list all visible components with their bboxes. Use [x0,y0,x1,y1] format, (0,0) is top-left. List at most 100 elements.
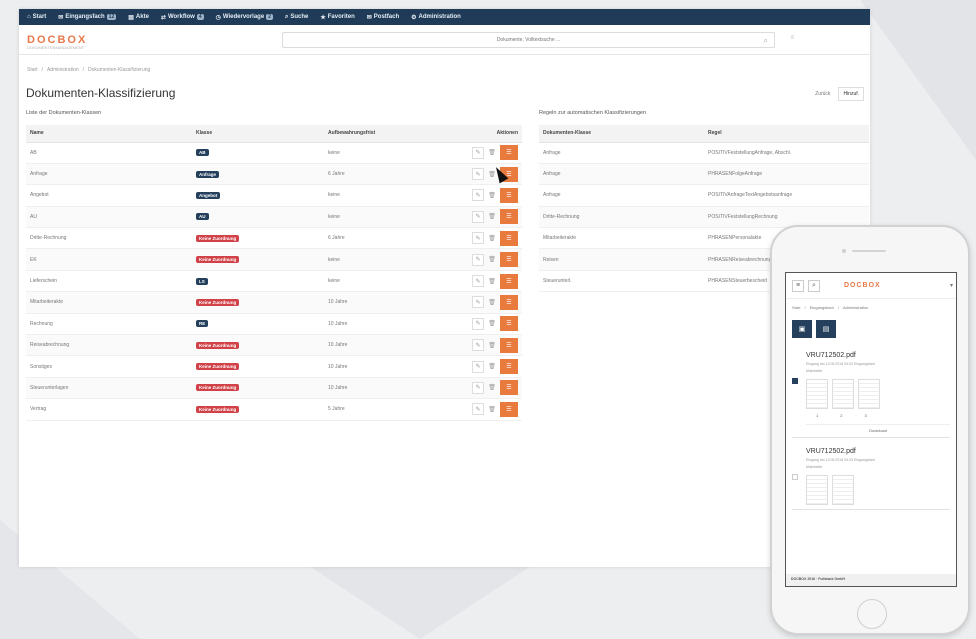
nav-item[interactable]: ⇄ Workflow 4 [161,14,204,21]
settings-button[interactable]: ☰ [500,230,518,246]
table-row[interactable]: Anfrage POSITIVFeststellungAnfrage, Absch… [539,142,869,164]
nav-item[interactable]: ⌂ Start [27,14,46,20]
cell-name: AU [26,206,192,229]
edit-icon[interactable]: ✎ [472,232,484,245]
column-header-class[interactable]: Klasse [192,125,324,143]
table-row[interactable]: Anfrage Anfrage 6 Jahre ✎ 🗑 ☰ [26,163,522,186]
trash-icon[interactable]: 🗑 [486,147,498,159]
trash-icon[interactable]: 🗑 [486,296,498,308]
table-row[interactable]: Rechnung RE 10 Jahre ✎ 🗑 ☰ [26,313,522,336]
logo[interactable]: DOCBOX [27,34,87,46]
table-row[interactable]: Steuerunterlagen Keine Zuordnung 10 Jahre ✎… [26,377,522,400]
page-thumbnail[interactable] [832,379,854,409]
search-icon[interactable]: ⌕ [808,279,820,292]
file-name[interactable]: VRU712502.pdf [806,352,950,359]
table-row[interactable]: AB AB keine ✎ 🗑 ☰ [26,142,522,164]
table-row[interactable]: Vertrag Keine Zuordnung 5 Jahre ✎ 🗑 ☰ [26,398,522,421]
document-icon[interactable]: ▤ [816,320,836,338]
download-button[interactable]: Download [806,424,950,433]
breadcrumb-item[interactable]: Start [27,67,38,73]
table-row[interactable]: EK Keine Zuordnung keine ✎ 🗑 ☰ [26,248,522,271]
trash-icon[interactable]: 🗑 [486,189,498,201]
edit-icon[interactable]: ✎ [472,339,484,352]
settings-button[interactable]: ☰ [500,294,518,310]
column-header-class[interactable]: Dokumenten-Klasse [539,125,704,143]
nav-item[interactable]: ✉ Eingangsfach 12 [58,14,117,21]
breadcrumb-item[interactable]: Administration [47,67,79,73]
table-row[interactable]: Sonstiges Keine Zuordnung 10 Jahre ✎ 🗑 ☰ [26,355,522,378]
back-button[interactable]: Zurück [810,87,835,101]
nav-item[interactable]: ◷ Wiedervorlage 2 [216,14,273,21]
selection-marker[interactable] [792,474,798,480]
column-header-retention[interactable]: Aufbewahrungsfrist [324,125,464,143]
mobile-logo[interactable]: DOCBOX [844,282,881,289]
trash-icon[interactable]: 🗑 [486,382,498,394]
add-button[interactable]: Hinzuf. [838,87,864,101]
table-row[interactable]: Dritte-Rechnung Keine Zuordnung 6 Jahre ✎ 🗑 ☰ [26,227,522,250]
edit-icon[interactable]: ✎ [472,296,484,309]
settings-button[interactable]: ☰ [500,380,518,396]
table-row[interactable]: Reiseabrechnung Keine Zuordnung 10 Jahre ✎ 🗑… [26,334,522,357]
edit-icon[interactable]: ✎ [472,381,484,394]
table-row[interactable]: AU AU keine ✎ 🗑 ☰ [26,206,522,229]
nav-item[interactable]: ⚙ Administration [411,14,461,21]
nav-item[interactable]: ⌕ Suche [285,14,308,21]
edit-icon[interactable]: ✎ [472,210,484,223]
page-thumbnail[interactable] [806,475,828,505]
trash-icon[interactable]: 🗑 [486,232,498,244]
search-input[interactable] [428,37,629,43]
document-card[interactable]: VRU712502.pdf Eingang am 12.05.2016 09:3… [792,352,950,438]
edit-icon[interactable]: ✎ [472,168,484,181]
trash-icon[interactable]: 🗑 [486,361,498,373]
trash-icon[interactable]: 🗑 [486,339,498,351]
edit-icon[interactable]: ✎ [472,253,484,266]
page-thumbnail[interactable] [806,379,828,409]
page-thumbnail[interactable] [832,475,854,505]
edit-icon[interactable]: ✎ [472,360,484,373]
home-button[interactable] [857,599,887,629]
settings-button[interactable]: ☰ [500,401,518,417]
search-box[interactable]: ⌕ [282,32,775,48]
inbox-icon[interactable]: ▣ [792,320,812,338]
chevron-down-icon[interactable]: ▾ [950,282,953,289]
nav-item[interactable]: ★ Favoriten [320,14,354,21]
edit-icon[interactable]: ✎ [472,403,484,416]
nav-item[interactable]: ✉ Postfach [367,14,399,21]
settings-button[interactable]: ☰ [500,187,518,203]
settings-button[interactable]: ☰ [500,316,518,332]
table-row[interactable]: Mitarbeiterakte Keine Zuordnung 10 Jahre ✎ 🗑… [26,291,522,314]
page-thumbnail[interactable] [858,379,880,409]
settings-button[interactable]: ☰ [500,145,518,161]
breadcrumb-item[interactable]: Eingangsfach [810,305,834,310]
search-icon[interactable]: ⌕ [764,36,768,46]
settings-button[interactable]: ☰ [500,337,518,353]
edit-icon[interactable]: ✎ [472,317,484,330]
trash-icon[interactable]: 🗑 [486,211,498,223]
trash-icon[interactable]: 🗑 [486,318,498,330]
edit-icon[interactable]: ✎ [472,275,484,288]
class-badge: Keine Zuordnung [196,256,240,264]
cell-retention: 10 Jahre [324,291,464,314]
selection-marker[interactable] [792,378,798,384]
settings-button[interactable]: ☰ [500,359,518,375]
document-card[interactable]: VRU712502.pdf Eingang am 12.05.2016 09:3… [792,448,950,510]
table-row[interactable]: Angebot Angebot keine ✎ 🗑 ☰ [26,184,522,207]
edit-icon[interactable]: ✎ [472,189,484,202]
menu-icon[interactable]: ≡ [792,279,804,292]
column-header-rule[interactable]: Regel [704,125,869,143]
breadcrumb-item[interactable]: Start [792,305,800,310]
edit-icon[interactable]: ✎ [472,146,484,159]
settings-button[interactable]: ☰ [500,273,518,289]
column-header-name[interactable]: Name [26,125,192,143]
table-row[interactable]: Lieferschein LS keine ✎ 🗑 ☰ [26,270,522,293]
trash-icon[interactable]: 🗑 [486,275,498,287]
trash-icon[interactable]: 🗑 [486,403,498,415]
table-row[interactable]: Anfrage POSITIVAnfrageTextAngebotsanfrage [539,184,869,207]
menu-icon[interactable]: ≡ [790,35,794,41]
settings-button[interactable]: ☰ [500,209,518,225]
trash-icon[interactable]: 🗑 [486,254,498,266]
file-name[interactable]: VRU712502.pdf [806,448,950,455]
nav-item[interactable]: ▤ Akte [128,14,149,21]
table-row[interactable]: Anfrage PHRASENFolgeAnfrage [539,163,869,186]
settings-button[interactable]: ☰ [500,252,518,268]
